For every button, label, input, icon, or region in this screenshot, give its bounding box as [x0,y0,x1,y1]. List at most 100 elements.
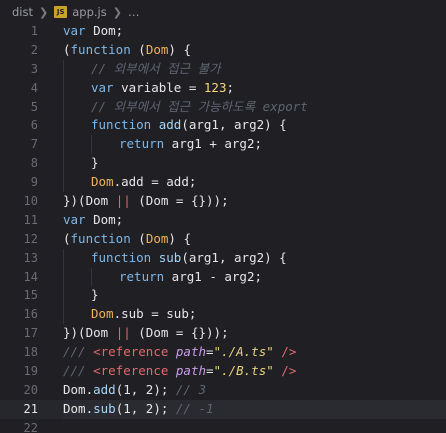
code-text[interactable]: // 외부에서 접근 불가 [91,60,446,79]
code-text[interactable]: var Dom; [63,22,446,41]
code-line[interactable]: 12 (function (Dom) { [0,230,446,249]
line-number: 9 [30,175,38,190]
code-line[interactable]: 6 function add(arg1, arg2) { [0,116,446,136]
code-line[interactable]: 1 var Dom; [0,22,446,41]
code-text[interactable]: Dom.add = add; [91,173,446,192]
indent-guide [63,286,64,306]
code-token: Dom. [63,381,94,397]
code-token: } [91,155,99,171]
code-line[interactable]: 22 [0,419,446,433]
code-token: Dom. [63,400,94,416]
code-token: Dom [91,306,114,322]
code-editor[interactable]: dist ❯ JS app.js ❯ … 1 var Dom; 2 (function… [0,0,446,433]
code-text[interactable]: (function (Dom) { [63,230,446,249]
line-number: 10 [23,194,38,209]
code-line[interactable]: 4 var variable = 123; [0,78,446,98]
code-token: ; [226,79,235,95]
code-text[interactable]: Dom.add(1, 2); // 3 [63,381,446,400]
code-text[interactable]: Dom.sub(1, 2); // -1 [63,399,446,419]
code-token: sub [93,400,116,416]
code-line[interactable]: 10 })(Dom || (Dom = {})); [0,192,446,211]
code-token: Dom [85,325,116,341]
code-token: /// [63,363,94,379]
code-text[interactable]: /// <reference path="./B.ts" /> [63,362,446,381]
line-number: 11 [23,212,38,227]
code-text[interactable]: var Dom; [63,211,446,230]
code-line[interactable]: 21 Dom.sub(1, 2); // -1 [0,399,446,419]
code-line[interactable]: 18 /// <reference path="./A.ts" /> [0,343,446,362]
code-token: function [70,230,131,246]
javascript-file-icon: JS [54,6,68,18]
line-number: 20 [23,382,38,397]
code-text[interactable]: (function (Dom) { [63,41,446,60]
code-text[interactable]: function add(arg1, arg2) { [91,116,446,135]
code-token: function [91,117,152,133]
code-token: ) { [168,41,191,57]
code-token: arg2; [216,136,262,152]
code-line[interactable]: 2 (function (Dom) { [0,41,446,60]
code-line[interactable]: 7 return arg1 + arg2; [0,135,446,155]
code-line[interactable]: 15} [0,286,446,306]
code-line[interactable]: 19 /// <reference path="./B.ts" /> [0,362,446,381]
line-number: 8 [30,156,38,171]
code-token: "./B.ts" [213,363,274,379]
code-token: arg1, arg2 [188,117,265,133]
code-token: variable [113,79,189,95]
breadcrumb: dist ❯ JS app.js ❯ … [0,0,446,24]
chevron-right-icon: ❯ [112,5,122,19]
code-token: <reference [93,363,169,379]
breadcrumb-folder[interactable]: dist [12,5,33,19]
code-token: 123 [203,79,227,95]
code-token: = [206,363,214,379]
code-line[interactable]: 13 function sub(arg1, arg2) { [0,248,446,268]
code-token: ) { [264,249,287,265]
code-token: arg2; [216,268,262,284]
code-line[interactable]: 3 // 외부에서 접근 불가 [0,59,446,79]
indent-guide [63,135,64,155]
line-number: 14 [23,269,38,284]
code-text[interactable]: var variable = 123; [91,79,446,98]
code-line[interactable]: 16 Dom.sub = sub; [0,305,446,325]
code-text[interactable]: return arg1 + arg2; [119,135,446,154]
code-token: arg1 [164,268,210,284]
code-token: = [206,344,214,360]
code-line[interactable]: 20 Dom.add(1, 2); // 3 [0,381,446,400]
code-text[interactable]: })(Dom || (Dom = {})); [63,324,446,343]
code-line[interactable]: 8} [0,154,446,174]
code-token: ( [63,230,71,246]
code-token: // 3 [175,381,207,397]
code-token: path [175,363,207,379]
code-token: || [115,193,131,209]
code-line[interactable]: 17})(Dom || (Dom = {})); [0,324,446,343]
code-text[interactable]: /// <reference path="./A.ts" /> [63,343,446,362]
code-lines[interactable]: 1 var Dom; 2 (function (Dom) {3// 외부에서 접근 불… [0,22,446,433]
code-token: /> [281,363,297,379]
code-token: {})); [183,193,229,209]
code-text[interactable]: })(Dom || (Dom = {})); [63,192,446,211]
code-text[interactable]: function sub(arg1, arg2) { [91,249,446,268]
code-text[interactable]: } [91,154,446,173]
code-line[interactable]: 14 return arg1 - arg2; [0,267,446,287]
code-text[interactable]: return arg1 - arg2; [119,268,446,287]
line-number: 5 [30,99,38,114]
code-token: = [151,174,159,190]
code-line[interactable]: 9 Dom.add = add; [0,173,446,193]
line-number: 1 [30,24,38,38]
code-text[interactable]: // 외부에서 접근 가능하도록 export [91,98,446,117]
code-text[interactable]: } [91,286,446,305]
indent-guide [63,305,64,325]
code-token: .sub [113,306,152,322]
breadcrumb-file[interactable]: app.js [72,5,107,19]
code-token: } [91,287,99,303]
indent-guide [63,59,64,79]
breadcrumb-symbols[interactable]: … [128,5,140,19]
code-token: Dom [145,41,169,57]
code-token: "./A.ts" [213,344,274,360]
code-line[interactable]: 5 // 외부에서 접근 가능하도록 export [0,97,446,117]
code-token: Dom; [85,211,124,227]
code-line[interactable]: 11 var Dom; [0,211,446,230]
line-number: 21 [23,401,38,416]
code-text[interactable]: Dom.sub = sub; [91,305,446,324]
